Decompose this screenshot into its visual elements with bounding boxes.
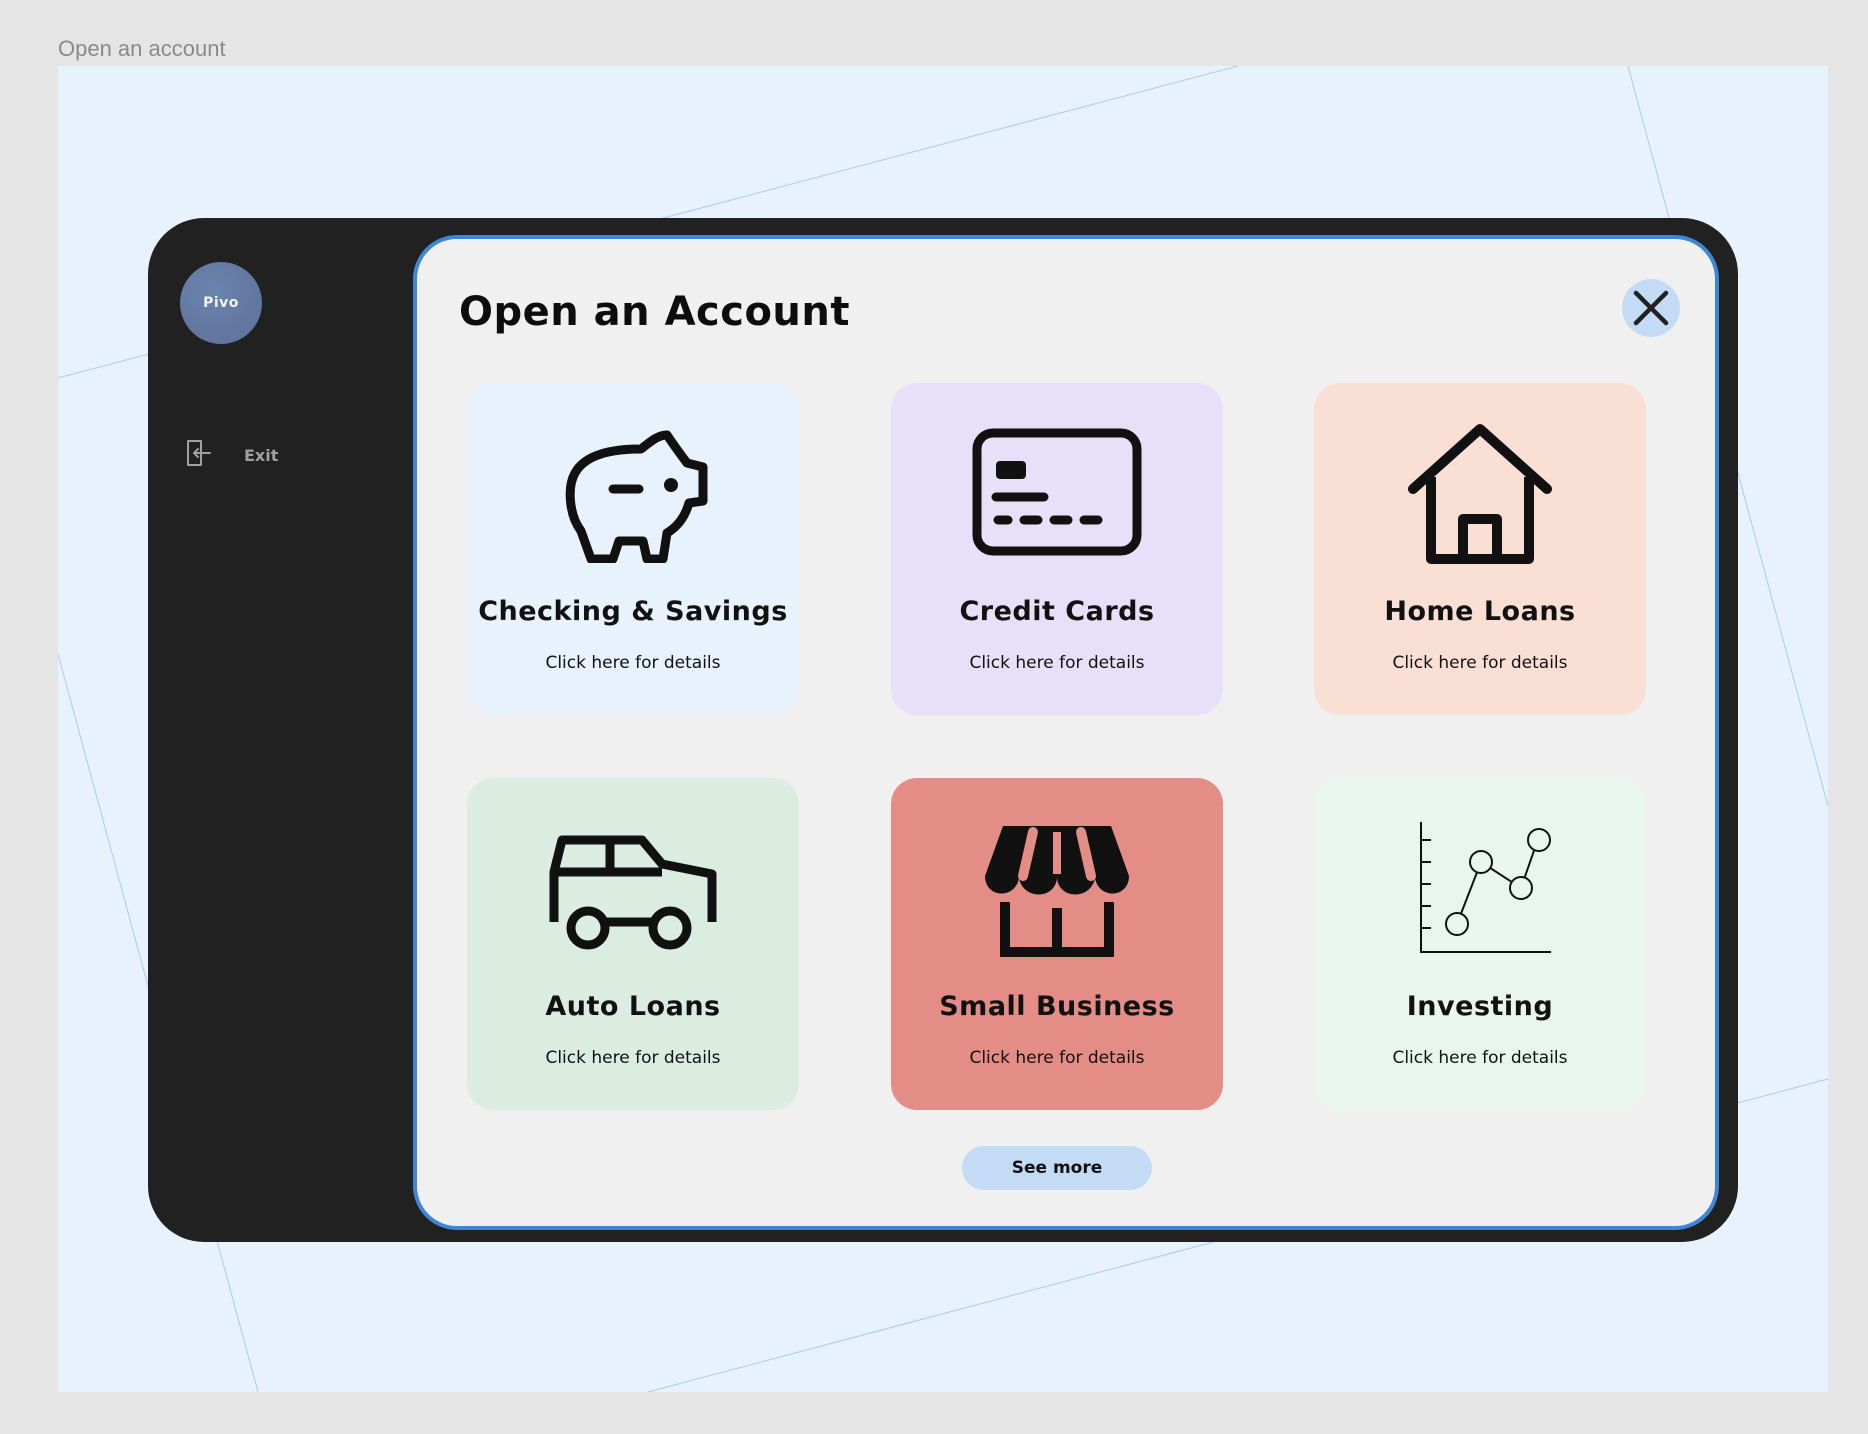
card-subtitle: Click here for details [1392,653,1568,673]
credit-card-icon [972,428,1142,556]
card-checking-savings[interactable]: Checking & Savings Click here for detail… [467,383,799,715]
card-subtitle: Click here for details [969,653,1145,673]
card-title: Credit Cards [959,596,1155,627]
card-small-business[interactable]: Small Business Click here for details [891,778,1223,1110]
line-chart-icon [1420,822,1551,953]
card-subtitle: Click here for details [545,1048,721,1068]
card-credit-cards[interactable]: Credit Cards Click here for details [891,383,1223,715]
brand-logo[interactable]: Pivo [180,262,262,344]
card-subtitle: Click here for details [969,1048,1145,1068]
exit-icon [184,438,212,472]
frame-label: Open an account [58,36,226,61]
card-title: Checking & Savings [478,596,788,627]
card-subtitle: Click here for details [1392,1048,1568,1068]
card-auto-loans[interactable]: Auto Loans Click here for details [467,778,799,1110]
piggy-bank-icon [565,430,708,563]
card-title: Home Loans [1384,596,1576,627]
logo-text: Pivo [203,295,239,311]
card-title: Investing [1406,991,1554,1022]
close-button[interactable] [1622,279,1680,337]
card-subtitle: Click here for details [545,653,721,673]
card-home-loans[interactable]: Home Loans Click here for details [1314,383,1646,715]
card-title: Small Business [939,991,1175,1022]
card-investing[interactable]: Investing Click here for details [1314,778,1646,1110]
card-title: Auto Loans [545,991,721,1022]
see-more-button[interactable]: See more [962,1146,1152,1190]
close-icon [1633,290,1669,326]
car-icon [549,835,717,950]
modal-title: Open an Account [459,289,850,335]
open-account-modal: Open an Account Checking & Savings Click… [413,235,1719,1230]
house-icon [1408,424,1552,564]
storefront-icon [985,826,1129,957]
exit-label: Exit [244,445,279,465]
exit-button[interactable]: Exit [184,438,278,472]
